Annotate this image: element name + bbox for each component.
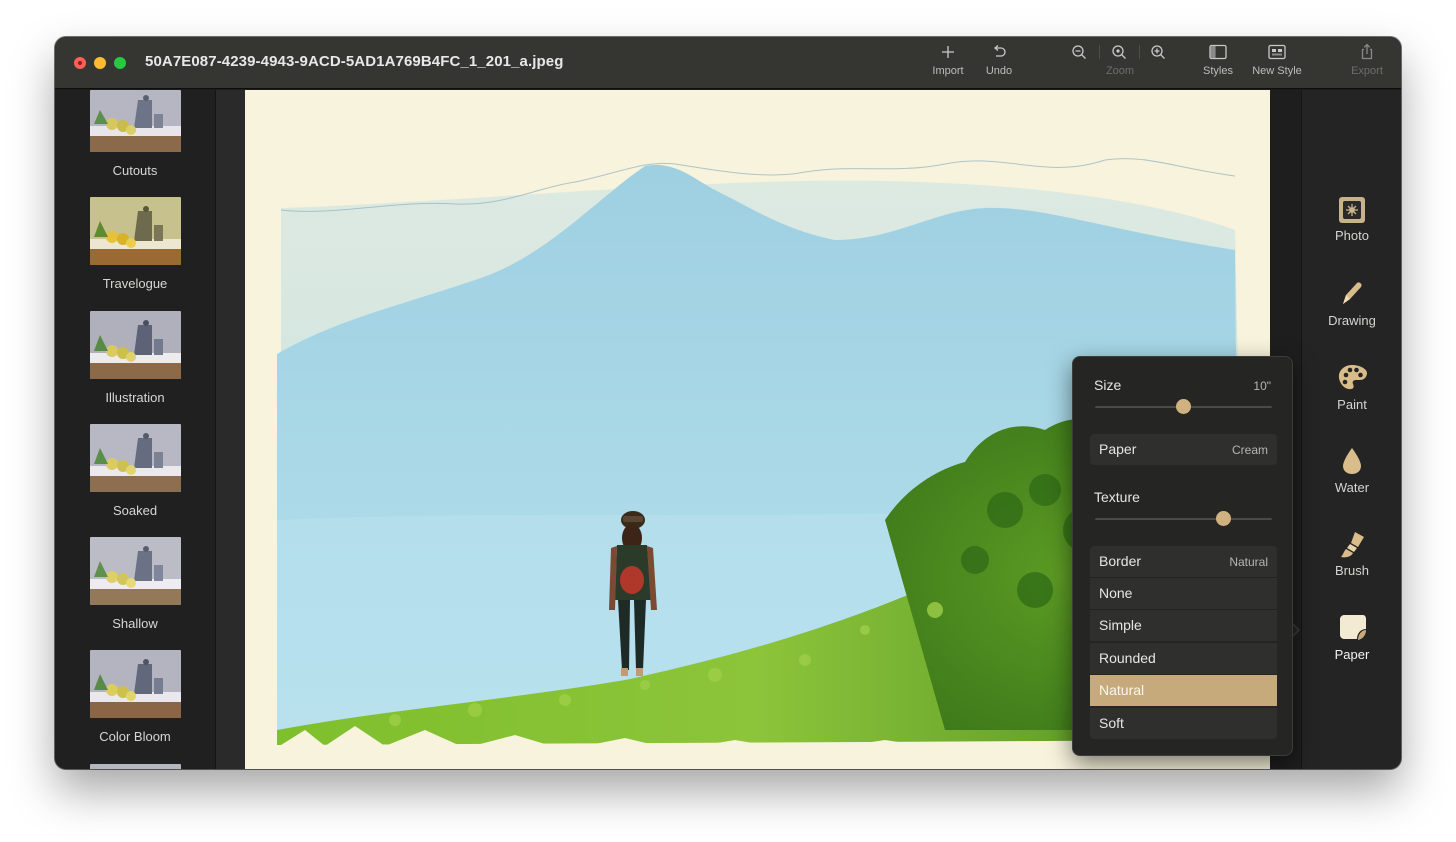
paper-icon bbox=[1340, 615, 1366, 640]
tool-water[interactable]: Water bbox=[1302, 446, 1401, 495]
tool-photo[interactable]: Photo bbox=[1302, 196, 1401, 243]
zoom-fit-icon[interactable] bbox=[1110, 43, 1128, 61]
style-item-travelogue[interactable]: Travelogue bbox=[55, 197, 215, 291]
border-option-soft[interactable]: Soft bbox=[1090, 708, 1277, 739]
new-style-icon bbox=[1268, 44, 1286, 60]
style-thumbnail bbox=[89, 537, 181, 605]
share-icon bbox=[1361, 43, 1373, 60]
border-row[interactable]: Border Natural bbox=[1090, 546, 1277, 577]
tool-brush[interactable]: Brush bbox=[1302, 529, 1401, 578]
tool-paper-label: Paper bbox=[1334, 647, 1370, 662]
style-item-partial[interactable] bbox=[55, 764, 215, 769]
zoom-divider bbox=[1139, 45, 1140, 59]
undo-label: Undo bbox=[985, 65, 1013, 77]
style-item-shallow[interactable]: Shallow bbox=[55, 537, 215, 631]
texture-label: Texture bbox=[1094, 489, 1140, 505]
paper-color-row[interactable]: Paper Cream bbox=[1090, 434, 1277, 465]
border-option-label: Natural bbox=[1099, 682, 1145, 698]
tool-photo-label: Photo bbox=[1335, 228, 1369, 243]
tool-drawing-label: Drawing bbox=[1328, 313, 1376, 328]
style-label: Cutouts bbox=[112, 163, 158, 178]
style-thumbnail bbox=[89, 197, 181, 265]
paper-label: Paper bbox=[1099, 441, 1137, 457]
style-label: Travelogue bbox=[102, 276, 168, 291]
import-label: Import bbox=[932, 65, 964, 77]
export-button[interactable]: Export bbox=[1345, 43, 1389, 87]
border-option-label: Soft bbox=[1099, 715, 1124, 731]
zoom-out-icon[interactable] bbox=[1070, 43, 1088, 61]
palette-icon bbox=[1338, 365, 1367, 390]
zoom-in-icon[interactable] bbox=[1149, 43, 1167, 61]
style-thumbnail bbox=[89, 311, 181, 379]
water-drop-icon bbox=[1343, 448, 1361, 474]
border-label: Border bbox=[1099, 553, 1142, 569]
import-button[interactable]: Import bbox=[925, 43, 971, 87]
minimize-window-button[interactable] bbox=[94, 57, 106, 69]
window-title: 50A7E087-4239-4943-9ACD-5AD1A769B4FC_1_2… bbox=[145, 53, 564, 70]
maximize-window-button[interactable] bbox=[114, 57, 126, 69]
style-label: Illustration bbox=[105, 390, 165, 405]
photo-icon bbox=[1339, 197, 1365, 223]
style-thumbnail bbox=[89, 764, 181, 769]
style-label: Color Bloom bbox=[99, 729, 171, 744]
border-option-rounded[interactable]: Rounded bbox=[1090, 643, 1277, 674]
size-label: Size bbox=[1094, 377, 1122, 393]
tool-paper[interactable]: Paper bbox=[1302, 613, 1401, 662]
zoom-divider bbox=[1099, 45, 1100, 59]
undo-button[interactable]: Undo bbox=[977, 43, 1021, 87]
sidebar-icon bbox=[1209, 44, 1227, 60]
border-option-label: None bbox=[1099, 585, 1133, 601]
border-option-none[interactable]: None bbox=[1090, 578, 1277, 609]
styles-sidebar[interactable]: Cutouts Travelogue Illustration Soaked S… bbox=[55, 90, 216, 769]
pencil-icon bbox=[1343, 282, 1362, 304]
title-bar: 50A7E087-4239-4943-9ACD-5AD1A769B4FC_1_2… bbox=[55, 37, 1401, 89]
styles-button[interactable]: Styles bbox=[1197, 43, 1239, 87]
brush-icon bbox=[1341, 532, 1364, 558]
style-item-color-bloom[interactable]: Color Bloom bbox=[55, 650, 215, 744]
new-style-label: New Style bbox=[1252, 65, 1302, 77]
style-item-cutouts[interactable]: Cutouts bbox=[55, 90, 215, 178]
new-style-button[interactable]: New Style bbox=[1249, 43, 1305, 87]
tool-water-label: Water bbox=[1334, 480, 1370, 495]
paper-settings-popover: Size 10" Paper Cream Texture Border Natu… bbox=[1072, 356, 1293, 756]
border-option-label: Rounded bbox=[1099, 650, 1156, 666]
style-item-illustration[interactable]: Illustration bbox=[55, 311, 215, 405]
plus-icon bbox=[942, 46, 954, 58]
style-thumbnail bbox=[89, 424, 181, 492]
paper-value: Cream bbox=[1231, 443, 1268, 457]
export-label: Export bbox=[1351, 65, 1383, 77]
texture-slider-track[interactable] bbox=[1095, 518, 1272, 520]
zoom-label: Zoom bbox=[1105, 65, 1135, 77]
style-label: Shallow bbox=[112, 616, 158, 631]
zoom-control: Zoom bbox=[1067, 43, 1173, 87]
styles-label: Styles bbox=[1203, 65, 1233, 77]
undo-icon bbox=[993, 45, 1006, 57]
tool-paint[interactable]: Paint bbox=[1302, 363, 1401, 412]
tool-palette: Photo Drawing Paint Water Brush Paper bbox=[1301, 90, 1401, 769]
tool-paint-label: Paint bbox=[1337, 397, 1367, 412]
tool-drawing[interactable]: Drawing bbox=[1302, 279, 1401, 328]
border-option-simple[interactable]: Simple bbox=[1090, 610, 1277, 641]
style-label: Soaked bbox=[112, 503, 158, 518]
size-value: 10" bbox=[1253, 379, 1271, 393]
style-thumbnail bbox=[89, 650, 181, 718]
border-value: Natural bbox=[1229, 555, 1268, 569]
size-slider-knob[interactable] bbox=[1176, 399, 1191, 414]
tool-brush-label: Brush bbox=[1335, 563, 1369, 578]
close-window-button[interactable] bbox=[74, 57, 86, 69]
texture-slider-knob[interactable] bbox=[1216, 511, 1231, 526]
app-window: 50A7E087-4239-4943-9ACD-5AD1A769B4FC_1_2… bbox=[55, 37, 1401, 769]
style-thumbnail bbox=[89, 90, 181, 152]
style-item-soaked[interactable]: Soaked bbox=[55, 424, 215, 518]
border-option-label: Simple bbox=[1099, 617, 1142, 633]
border-option-natural[interactable]: Natural bbox=[1090, 675, 1277, 706]
canvas-gutter bbox=[216, 90, 245, 769]
